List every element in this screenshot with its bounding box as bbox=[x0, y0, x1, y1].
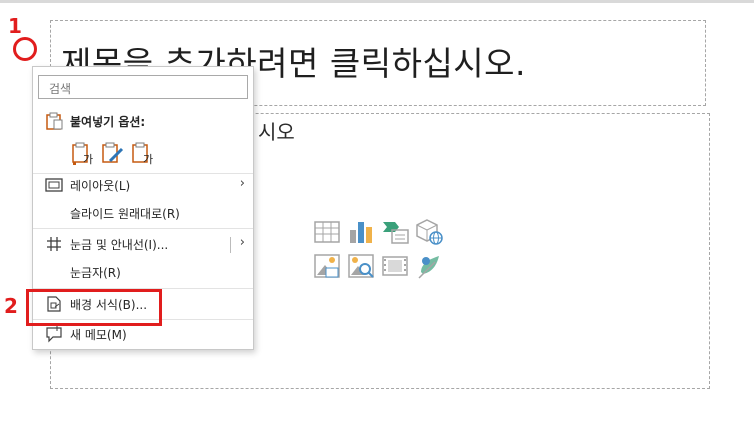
chevron-right-icon: › bbox=[239, 176, 245, 191]
menu-item-ruler[interactable]: 눈금자(R) bbox=[33, 260, 253, 284]
svg-text:가: 가 bbox=[83, 153, 93, 165]
menu-item-layout[interactable]: 레이아웃(L) › bbox=[33, 173, 253, 197]
paste-use-destination-theme-icon[interactable]: 가 bbox=[71, 141, 95, 166]
paste-options-label: 붙여넣기 옵션: bbox=[70, 115, 146, 129]
menu-item-label: 눈금자(R) bbox=[70, 266, 121, 280]
paste-text-only-icon[interactable]: 가 bbox=[131, 141, 155, 166]
annotation-circle bbox=[13, 37, 37, 61]
annotation-step-1: 1 bbox=[8, 14, 22, 38]
menu-item-label: 새 메모(M) bbox=[70, 328, 127, 342]
menu-item-label: 레이아웃(L) bbox=[70, 179, 131, 193]
insert-content-icons bbox=[313, 218, 443, 286]
new-comment-icon bbox=[45, 325, 63, 343]
content-placeholder-text: 시오 bbox=[258, 120, 295, 144]
annotation-highlight-box bbox=[26, 289, 162, 326]
chart-icon[interactable] bbox=[347, 218, 375, 246]
paste-options-row: 가 가 bbox=[71, 141, 155, 166]
menu-item-label: 눈금 및 안내선(I)... bbox=[70, 238, 169, 252]
menu-item-grid-and-guides[interactable]: 눈금 및 안내선(I)... › bbox=[33, 232, 253, 256]
paste-keep-source-formatting-icon[interactable] bbox=[101, 141, 125, 165]
submenu-split-divider bbox=[230, 237, 231, 253]
menu-item-label: 슬라이드 원래대로(R) bbox=[70, 207, 180, 221]
clipboard-icon bbox=[45, 112, 63, 130]
grid-icon bbox=[45, 235, 63, 253]
paste-options-header: 붙여넣기 옵션: bbox=[33, 109, 253, 133]
online-picture-icon[interactable] bbox=[347, 252, 375, 280]
top-border bbox=[0, 0, 754, 3]
video-icon[interactable] bbox=[381, 252, 409, 280]
context-menu-search-input[interactable]: 검색 bbox=[38, 75, 248, 99]
icons-icon[interactable] bbox=[415, 252, 443, 280]
svg-text:가: 가 bbox=[143, 153, 153, 165]
layout-icon bbox=[45, 176, 63, 194]
annotation-step-2: 2 bbox=[4, 294, 18, 318]
menu-item-reset-slide[interactable]: 슬라이드 원래대로(R) bbox=[33, 201, 253, 225]
3d-model-icon[interactable] bbox=[415, 218, 443, 246]
chevron-right-icon: › bbox=[239, 235, 245, 250]
menu-separator bbox=[33, 228, 253, 229]
table-icon[interactable] bbox=[313, 218, 341, 246]
picture-icon[interactable] bbox=[313, 252, 341, 280]
smartart-icon[interactable] bbox=[381, 218, 409, 246]
